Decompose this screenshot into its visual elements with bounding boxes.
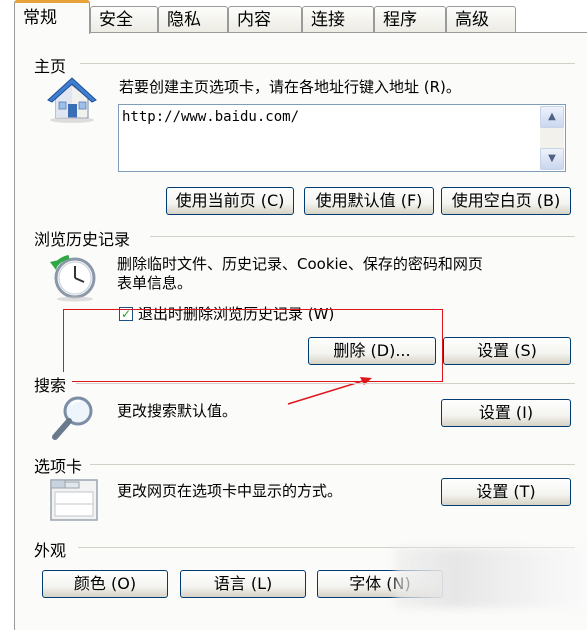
url-scrollbar[interactable]: ▲ ▼ (540, 106, 564, 170)
section-divider (90, 464, 575, 465)
history-description-line1: 删除临时文件、历史记录、Cookie、保存的密码和网页 (117, 255, 483, 273)
tabbed-window-icon (49, 472, 99, 524)
scroll-down-icon[interactable]: ▼ (540, 148, 564, 170)
section-divider (76, 383, 575, 384)
tab-general-label: 常规 (23, 8, 57, 28)
history-section-title: 浏览历史记录 (34, 226, 137, 250)
annotation-arrow-icon (280, 370, 380, 410)
languages-button[interactable]: 语言 (L) (180, 570, 306, 598)
tabs-description: 更改网页在选项卡中显示的方式。 (117, 482, 343, 500)
tabs-settings-button[interactable]: 设置 (T) (441, 478, 571, 506)
section-divider (80, 63, 575, 64)
tab-connections[interactable]: 连接 (302, 6, 374, 32)
homepage-url-textarea[interactable]: ▲ ▼ (118, 104, 566, 172)
use-blank-button[interactable]: 使用空白页 (B) (441, 187, 571, 215)
tab-content-label: 内容 (237, 10, 271, 30)
tab-security-label: 安全 (99, 10, 133, 30)
annotation-highlight-box (63, 309, 443, 382)
watermark-blur (395, 548, 587, 608)
tab-security[interactable]: 安全 (90, 6, 158, 32)
use-current-button[interactable]: 使用当前页 (C) (166, 187, 294, 215)
search-settings-button[interactable]: 设置 (I) (441, 399, 571, 427)
tab-advanced-label: 高级 (455, 10, 489, 30)
scroll-up-icon[interactable]: ▲ (540, 106, 564, 128)
section-divider (150, 236, 575, 237)
use-default-button[interactable]: 使用默认值 (F) (304, 187, 434, 215)
tab-advanced[interactable]: 高级 (446, 6, 516, 32)
homepage-url-input[interactable] (122, 109, 532, 125)
clock-icon (47, 252, 99, 302)
tab-content[interactable]: 内容 (228, 6, 302, 32)
tab-strip: 常规 安全 隐私 内容 连接 程序 高级 (0, 0, 587, 34)
history-description-line2: 表单信息。 (117, 274, 193, 292)
house-icon (44, 74, 100, 124)
appearance-section-title: 外观 (34, 537, 73, 561)
tab-general[interactable]: 常规 (14, 0, 90, 34)
tab-privacy-label: 隐私 (167, 10, 201, 30)
homepage-instruction: 若要创建主页选项卡，请在各地址行键入地址 (R)。 (119, 78, 461, 96)
magnifier-icon (50, 393, 98, 443)
tab-connections-label: 连接 (311, 10, 345, 30)
colors-button[interactable]: 颜色 (O) (42, 570, 168, 598)
tab-programs-label: 程序 (383, 10, 417, 30)
search-description: 更改搜索默认值。 (117, 402, 238, 420)
history-settings-button[interactable]: 设置 (S) (443, 337, 571, 365)
tab-privacy[interactable]: 隐私 (158, 6, 228, 32)
tab-programs[interactable]: 程序 (374, 6, 446, 32)
